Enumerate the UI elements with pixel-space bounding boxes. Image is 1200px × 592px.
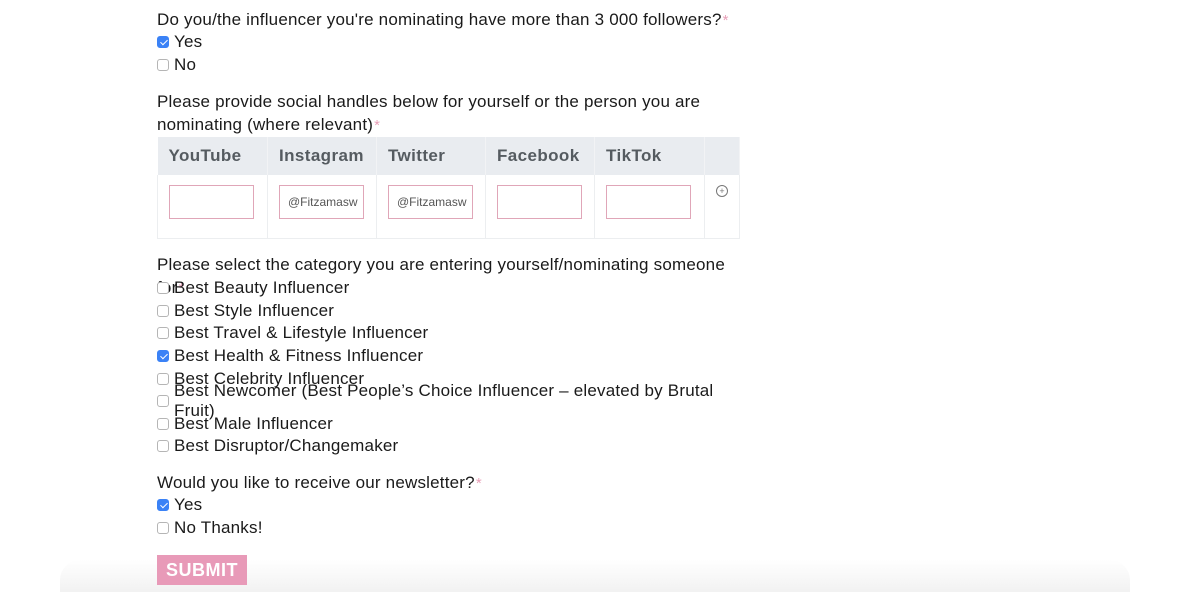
followers-option-no[interactable]: No [157, 54, 202, 77]
followers-option-yes[interactable]: Yes [157, 31, 202, 54]
column-header-actions [704, 137, 740, 175]
newsletter-option-yes[interactable]: Yes [157, 494, 263, 517]
checkbox[interactable] [157, 417, 169, 430]
column-header-instagram: Instagram [267, 137, 377, 175]
checkbox[interactable] [157, 372, 169, 385]
checkbox[interactable] [157, 304, 169, 317]
category-options: Best Beauty Influencer Best Style Influe… [157, 277, 757, 458]
cell-tiktok [594, 175, 705, 239]
option-label: Yes [174, 495, 203, 515]
cell-instagram [267, 175, 377, 239]
table-row: + [157, 175, 740, 239]
category-option-travel-lifestyle[interactable]: Best Travel & Lifestyle Influencer [157, 322, 757, 345]
newsletter-option-no[interactable]: No Thanks! [157, 517, 263, 540]
option-label: Yes [174, 32, 203, 52]
checkbox[interactable] [157, 521, 169, 534]
option-label: Best Style Influencer [174, 300, 335, 320]
checkbox[interactable] [157, 350, 169, 363]
category-option-health-fitness[interactable]: Best Health & Fitness Influencer [157, 345, 757, 368]
cell-add-row: + [704, 175, 740, 239]
checkbox[interactable] [157, 36, 169, 49]
required-asterisk: * [475, 475, 482, 492]
newsletter-question-label: Would you like to receive our newsletter… [157, 473, 475, 492]
plus-circle-icon[interactable]: + [716, 185, 728, 197]
option-label: Best Disruptor/Changemaker [174, 436, 399, 456]
column-header-youtube: YouTube [157, 137, 268, 175]
submit-button[interactable]: SUBMIT [157, 555, 247, 585]
required-asterisk: * [374, 116, 381, 134]
newsletter-question: Would you like to receive our newsletter… [157, 472, 482, 496]
category-option-disruptor[interactable]: Best Disruptor/Changemaker [157, 435, 757, 458]
social-handles-question: Please provide social handles below for … [157, 91, 747, 137]
column-header-facebook: Facebook [485, 137, 595, 175]
cell-twitter [376, 175, 486, 239]
checkbox[interactable] [157, 440, 169, 453]
option-label: Best Male Influencer [174, 413, 333, 433]
category-option-style[interactable]: Best Style Influencer [157, 300, 757, 323]
column-header-twitter: Twitter [376, 137, 486, 175]
checkbox[interactable] [157, 327, 169, 340]
option-label: Best Health & Fitness Influencer [174, 346, 424, 366]
followers-question: Do you/the influencer you're nominating … [157, 9, 729, 33]
checkbox[interactable] [157, 395, 169, 408]
cell-facebook [485, 175, 595, 239]
social-table-header: YouTube Instagram Twitter Facebook TikTo… [157, 137, 740, 175]
category-option-newcomer[interactable]: Best Newcomer (Best People’s Choice Infl… [157, 381, 757, 420]
newsletter-options: Yes No Thanks! [157, 494, 263, 539]
social-handles-table: YouTube Instagram Twitter Facebook TikTo… [157, 137, 740, 239]
checkbox[interactable] [157, 282, 169, 295]
cell-youtube [157, 175, 268, 239]
youtube-handle-input[interactable] [169, 185, 254, 219]
instagram-handle-input[interactable] [279, 185, 364, 219]
twitter-handle-input[interactable] [388, 185, 473, 219]
option-label: No Thanks! [174, 517, 263, 537]
checkbox[interactable] [157, 499, 169, 512]
option-label: No [174, 54, 197, 74]
column-header-tiktok: TikTok [594, 137, 705, 175]
tiktok-handle-input[interactable] [606, 185, 691, 219]
category-option-beauty[interactable]: Best Beauty Influencer [157, 277, 757, 300]
facebook-handle-input[interactable] [497, 185, 582, 219]
followers-question-label: Do you/the influencer you're nominating … [157, 10, 722, 29]
option-label: Best Travel & Lifestyle Influencer [174, 323, 429, 343]
social-handles-question-label: Please provide social handles below for … [157, 92, 701, 134]
followers-options: Yes No [157, 31, 202, 76]
checkbox[interactable] [157, 58, 169, 71]
required-asterisk: * [722, 12, 729, 29]
option-label: Best Beauty Influencer [174, 278, 350, 298]
